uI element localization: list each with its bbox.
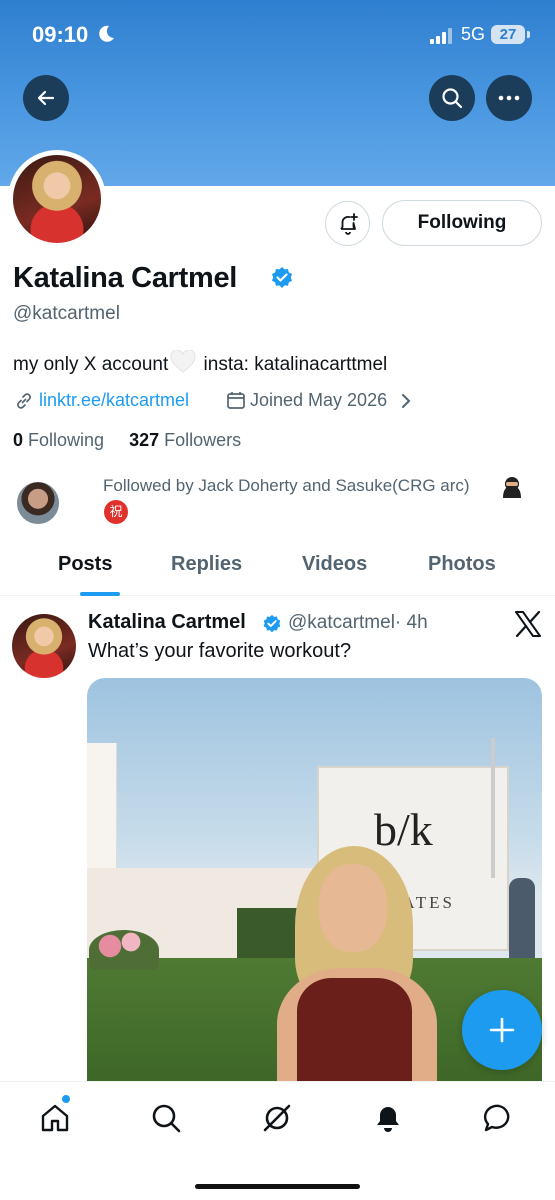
search-button[interactable] xyxy=(429,75,475,121)
white-heart-icon xyxy=(170,350,196,373)
tab-posts[interactable]: Posts xyxy=(58,553,112,576)
bio-text-start: my only X account xyxy=(13,354,169,375)
congratulations-emoji-icon: 祝 xyxy=(104,500,128,524)
battery-tip xyxy=(527,31,530,38)
notifications-bell-button[interactable] xyxy=(325,201,370,246)
tab-replies[interactable]: Replies xyxy=(171,553,242,576)
followers-count: 327 xyxy=(129,430,160,450)
ninja-emoji-icon xyxy=(503,477,521,498)
followed-by-text[interactable]: Followed by Jack Doherty and Sasuke(CRG … xyxy=(103,475,543,497)
follower-avatar-1[interactable] xyxy=(15,480,61,526)
post-time: · 4h xyxy=(394,612,428,633)
messages-icon xyxy=(483,1104,510,1132)
following-count-link[interactable]: 0 Following xyxy=(13,430,104,450)
calendar-icon xyxy=(227,392,245,409)
tab-videos[interactable]: Videos xyxy=(302,553,367,576)
more-button[interactable] xyxy=(486,75,532,121)
followers-count-link[interactable]: 327 Followers xyxy=(129,430,241,450)
active-tab-indicator xyxy=(80,592,120,596)
battery-icon: 27 xyxy=(491,25,525,44)
post-text: What’s your favorite workout? xyxy=(88,640,352,662)
profile-link[interactable]: linktr.ee/katcartmel xyxy=(39,390,189,411)
post-author-name[interactable]: Katalina Cartmel xyxy=(88,611,246,634)
bell-plus-icon xyxy=(339,212,358,235)
image-person-face xyxy=(319,864,387,952)
more-horizontal-icon xyxy=(498,95,520,101)
search-icon xyxy=(442,88,463,109)
verified-badge-icon xyxy=(272,267,292,288)
grok-icon xyxy=(263,1104,291,1132)
verified-badge-icon xyxy=(263,614,281,633)
post-handle-time: @katcartmel· 4h xyxy=(288,612,428,634)
follow-counts: 0 Following 327 Followers xyxy=(13,430,241,451)
bio-text-end: insta: katalinacarttmel xyxy=(198,354,388,375)
status-bar: 09:10 5G 27 xyxy=(0,0,555,70)
search-icon xyxy=(152,1104,181,1133)
chevron-right-icon[interactable] xyxy=(400,392,412,410)
tab-photos[interactable]: Photos xyxy=(428,553,496,576)
home-notification-dot xyxy=(62,1095,70,1103)
network-type: 5G xyxy=(461,24,486,44)
home-icon xyxy=(41,1104,69,1132)
image-flowers xyxy=(89,930,159,970)
post-author-avatar[interactable] xyxy=(12,614,76,678)
notifications-icon xyxy=(377,1107,399,1132)
image-pole xyxy=(491,738,495,878)
nav-notifications[interactable] xyxy=(370,1100,406,1136)
status-time: 09:10 xyxy=(32,22,89,47)
signal-icon xyxy=(430,28,452,44)
x-logo-icon xyxy=(515,611,541,637)
profile-bio: my only X account insta: katalinacarttme… xyxy=(13,350,387,376)
nav-search[interactable] xyxy=(148,1100,184,1136)
profile-avatar[interactable] xyxy=(8,150,106,248)
avatar-image xyxy=(13,155,101,243)
joined-date: Joined May 2026 xyxy=(250,390,388,410)
profile-handle: @katcartmel xyxy=(13,303,120,324)
followers-label: Followers xyxy=(164,430,242,450)
profile-name: Katalina Cartmel xyxy=(13,262,238,294)
bottom-navigation xyxy=(0,1081,555,1200)
nav-grok[interactable] xyxy=(259,1100,295,1136)
home-indicator[interactable] xyxy=(195,1184,360,1189)
compose-post-button[interactable] xyxy=(462,990,542,1070)
image-person-top xyxy=(297,978,412,1081)
link-icon xyxy=(17,393,31,409)
moon-icon xyxy=(99,25,114,42)
image-bystander xyxy=(509,878,535,968)
plus-icon xyxy=(489,1017,515,1043)
nav-messages[interactable] xyxy=(481,1100,517,1136)
following-button[interactable]: Following xyxy=(382,200,542,246)
nav-home[interactable] xyxy=(37,1100,73,1136)
following-count: 0 xyxy=(13,430,24,450)
arrow-left-icon xyxy=(37,90,55,106)
back-button[interactable] xyxy=(23,75,69,121)
post-author-handle: @katcartmel xyxy=(288,612,395,633)
image-sign-text: b/k xyxy=(374,804,433,855)
profile-tabs: Posts Replies Videos Photos xyxy=(0,540,555,596)
following-label: Following xyxy=(28,430,105,450)
